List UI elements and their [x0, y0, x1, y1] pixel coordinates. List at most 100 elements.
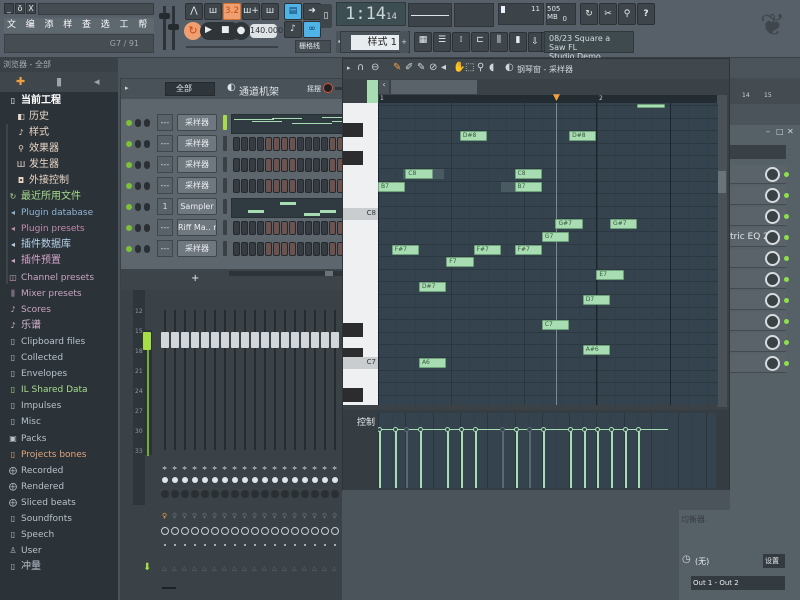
- step-button[interactable]: [249, 221, 256, 235]
- channel-volume-knob[interactable]: [144, 119, 150, 127]
- step-button[interactable]: [289, 158, 296, 172]
- send-dot[interactable]: [264, 544, 266, 546]
- send-dot[interactable]: [164, 544, 166, 546]
- browser-item[interactable]: ♪ 乐谱: [8, 319, 41, 333]
- send-dot[interactable]: [234, 544, 236, 546]
- record-button[interactable]: ●: [232, 22, 250, 40]
- stereo-knob[interactable]: [332, 477, 338, 483]
- pattern-add-button[interactable]: +: [400, 31, 408, 53]
- channel-mixer-track[interactable]: ---: [157, 219, 173, 236]
- step-button[interactable]: [265, 137, 272, 151]
- route-knob[interactable]: [191, 527, 199, 535]
- black-key[interactable]: [343, 151, 363, 165]
- send-dot[interactable]: [174, 544, 176, 546]
- velocity-handle[interactable]: [458, 427, 464, 432]
- fx-mix-knob[interactable]: [765, 335, 780, 350]
- route-knob[interactable]: [261, 527, 269, 535]
- step-button[interactable]: [241, 179, 248, 193]
- select-tool-icon[interactable]: ✋: [453, 62, 465, 73]
- menu-add[interactable]: 添加: [42, 18, 61, 45]
- record-arm-icon[interactable]: ♀: [182, 512, 187, 520]
- pan-icon[interactable]: ≑: [222, 465, 228, 472]
- step-button[interactable]: [329, 242, 336, 256]
- stereo-knob[interactable]: [212, 477, 218, 483]
- channel-name-button[interactable]: Riff Ma.. melody: [177, 219, 217, 236]
- step-button[interactable]: [329, 137, 336, 151]
- velocity-handle[interactable]: [499, 427, 505, 432]
- route-knob[interactable]: [231, 527, 239, 535]
- mute-switch[interactable]: [331, 490, 339, 498]
- browser-item[interactable]: ▯ Impulses: [8, 399, 61, 413]
- record-arm-icon[interactable]: ♀: [312, 512, 317, 520]
- mute-switch[interactable]: [171, 490, 179, 498]
- note[interactable]: F#7: [391, 244, 419, 255]
- browser-item[interactable]: ▯ 当前工程: [8, 94, 61, 108]
- channel-enable-led[interactable]: [126, 246, 132, 252]
- pan-icon[interactable]: ≑: [302, 465, 308, 472]
- menu-view[interactable]: 查看: [79, 18, 98, 45]
- step-button[interactable]: [289, 179, 296, 193]
- menu-tools[interactable]: 工具: [117, 18, 136, 45]
- record-arm-icon[interactable]: ♀: [252, 512, 257, 520]
- fx-enable-led[interactable]: [784, 235, 789, 240]
- fx-mix-knob[interactable]: [765, 293, 780, 308]
- route-arrow-icon[interactable]: △: [162, 565, 167, 572]
- stereo-knob[interactable]: [292, 477, 298, 483]
- pr-horizontal-scrollbar[interactable]: [391, 80, 477, 94]
- record-arm-icon[interactable]: ♀: [282, 512, 287, 520]
- note[interactable]: D#8: [569, 131, 597, 142]
- velocity-lane[interactable]: [378, 413, 716, 488]
- fx-mix-knob[interactable]: [765, 272, 780, 287]
- step-button[interactable]: [273, 137, 280, 151]
- route-knob[interactable]: [271, 527, 279, 535]
- fader-handle[interactable]: [171, 332, 179, 348]
- fx-mix-knob[interactable]: [765, 314, 780, 329]
- fader-handle[interactable]: [271, 332, 279, 348]
- step-button[interactable]: [305, 158, 312, 172]
- channel-enable-led[interactable]: [126, 183, 132, 189]
- pan-icon[interactable]: ≑: [262, 465, 268, 472]
- record-arm-icon[interactable]: ♀: [322, 512, 327, 520]
- route-arrow-icon[interactable]: △: [302, 565, 307, 572]
- route-arrow-icon[interactable]: △: [262, 565, 267, 572]
- pattern-mode-button[interactable]: 3.2: [223, 3, 241, 20]
- note[interactable]: D7: [582, 295, 611, 305]
- step-button[interactable]: [297, 137, 304, 151]
- step-button[interactable]: [273, 242, 280, 256]
- step-button[interactable]: [233, 242, 240, 256]
- velocity-handle[interactable]: [540, 427, 546, 432]
- velocity-handle[interactable]: [393, 427, 399, 432]
- step-button[interactable]: [265, 179, 272, 193]
- browser-item[interactable]: ▯ Projects bones: [8, 448, 87, 462]
- velocity-handle[interactable]: [581, 427, 587, 432]
- channel-mixer-track[interactable]: ---: [157, 114, 173, 131]
- pan-icon[interactable]: ≑: [242, 465, 248, 472]
- browser-item[interactable]: ▯ Collected: [8, 351, 63, 365]
- stereo-knob[interactable]: [192, 477, 198, 483]
- record-arm-icon[interactable]: ♀: [272, 512, 277, 520]
- channel-mixer-track[interactable]: ---: [157, 177, 173, 194]
- velocity-handle[interactable]: [636, 427, 642, 432]
- snap-selector[interactable]: 栅格线: [295, 40, 331, 53]
- stereo-knob[interactable]: [302, 477, 308, 483]
- mic-icon[interactable]: ⚲: [618, 3, 636, 25]
- browser-item[interactable]: ▣ Packs: [8, 432, 46, 446]
- pan-icon[interactable]: ≑: [182, 465, 188, 472]
- wait-input-button[interactable]: ш: [204, 3, 222, 20]
- loop-record-button[interactable]: ш: [261, 3, 279, 20]
- channel-name-button[interactable]: 采样器: [177, 114, 217, 131]
- send-dot[interactable]: [204, 544, 206, 546]
- fader-handle[interactable]: [161, 332, 169, 348]
- mute-switch[interactable]: [191, 490, 199, 498]
- step-button[interactable]: [241, 137, 248, 151]
- note[interactable]: B7: [514, 181, 542, 192]
- song-position-display[interactable]: 1:1414: [336, 2, 406, 26]
- step-button[interactable]: [257, 158, 264, 172]
- channel-pan-knob[interactable]: [135, 203, 141, 211]
- route-arrow-icon[interactable]: △: [222, 565, 227, 572]
- fx-minimize-icon[interactable]: –: [766, 127, 770, 136]
- stereo-knob[interactable]: [282, 477, 288, 483]
- master-fader[interactable]: [143, 332, 151, 350]
- route-arrow-icon[interactable]: △: [252, 565, 257, 572]
- pan-icon[interactable]: ≑: [212, 465, 218, 472]
